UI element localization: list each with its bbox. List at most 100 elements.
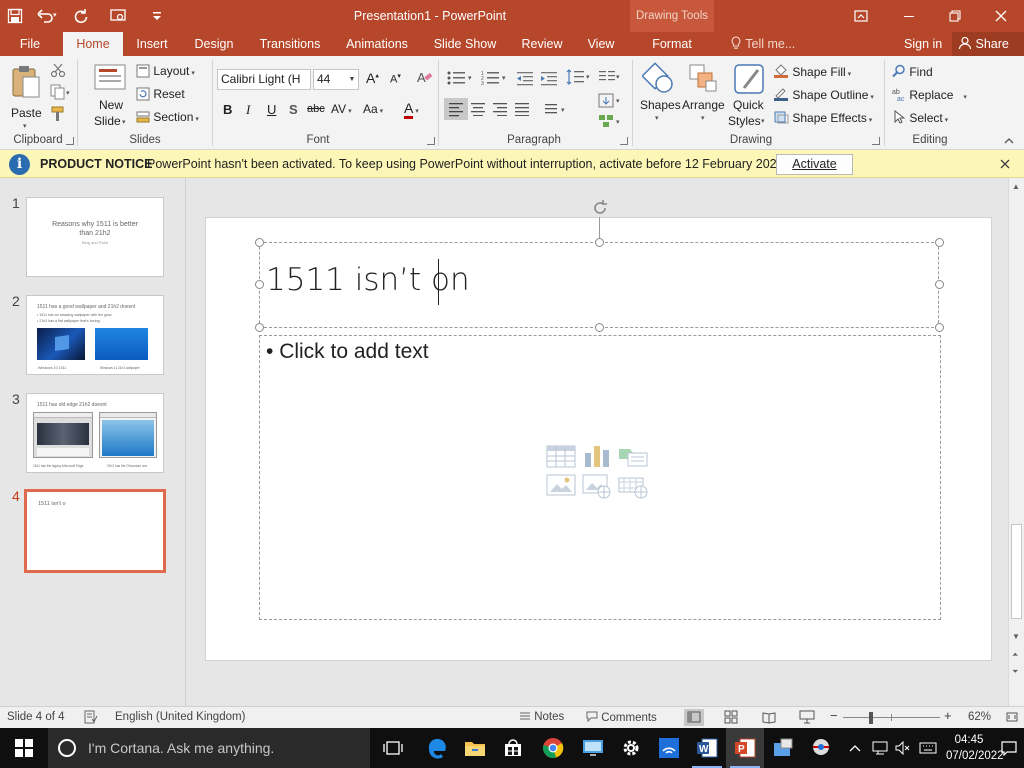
touch-mode-button[interactable] [96, 0, 142, 32]
tab-review[interactable]: Review [516, 32, 568, 56]
rotate-handle[interactable] [590, 198, 610, 218]
scrollbar-thumb[interactable] [1011, 524, 1022, 619]
insert-online-picture-button[interactable] [582, 473, 612, 499]
save-button[interactable] [0, 0, 30, 32]
slide-sorter-button[interactable] [724, 710, 738, 727]
language-indicator[interactable]: English (United Kingdom) [115, 711, 245, 723]
resize-handle[interactable] [255, 238, 264, 247]
spelling-check-button[interactable] [84, 710, 98, 727]
decrease-indent-button[interactable] [516, 70, 534, 89]
next-slide-icon[interactable]: ⏷ [1012, 667, 1018, 677]
change-case-button[interactable]: Aa ▾ [363, 102, 383, 116]
zoom-in-button[interactable]: + [944, 708, 952, 723]
tab-animations[interactable]: Animations [340, 32, 414, 56]
sign-in-link[interactable]: Sign in [904, 32, 942, 56]
slide-thumbnail-1[interactable]: Reasons why 1511 is better than 21h2 Bin… [26, 197, 164, 277]
resize-handle[interactable] [595, 238, 604, 247]
taskbar-powerpoint[interactable]: P [726, 728, 764, 768]
undo-button[interactable]: ▾ [30, 0, 66, 32]
slide-thumbnail-2[interactable]: 1511 has a good wallpaper and 21h2 doesn… [26, 295, 164, 375]
comments-button[interactable]: Comments [586, 711, 657, 724]
taskbar-word[interactable]: W [688, 728, 726, 768]
clear-formatting-button[interactable]: A [416, 69, 434, 90]
content-placeholder-text[interactable]: • Click to add text [266, 340, 429, 364]
zoom-level[interactable]: 62% [968, 711, 991, 723]
taskbar-remote-desktop[interactable] [574, 728, 612, 768]
increase-indent-button[interactable] [540, 70, 558, 89]
strikethrough-button[interactable]: abc [307, 103, 325, 115]
font-launcher[interactable] [427, 137, 435, 145]
align-left-button[interactable] [444, 98, 468, 120]
resize-handle[interactable] [255, 280, 264, 289]
find-button[interactable]: Find [892, 64, 933, 79]
network-status-button[interactable] [869, 728, 891, 768]
shrink-font-button[interactable]: A▾ [390, 72, 401, 86]
close-window-button[interactable] [978, 0, 1024, 32]
tab-file[interactable]: File [10, 32, 50, 56]
taskbar-chrome[interactable] [534, 728, 572, 768]
slide-thumbnail-3[interactable]: 1511 has old edge 21h2 doesnt 1511 has t… [26, 393, 164, 473]
insert-chart-button[interactable] [582, 443, 612, 469]
ribbon-display-options-button[interactable] [838, 0, 884, 32]
reset-button[interactable]: Reset [136, 87, 185, 101]
align-center-button[interactable] [470, 102, 486, 119]
system-clock[interactable]: 04:45 07/02/2022 [946, 732, 1004, 764]
paragraph-launcher[interactable] [620, 137, 628, 145]
resize-handle[interactable] [935, 238, 944, 247]
underline-button[interactable]: U [267, 102, 276, 117]
action-center-button[interactable] [994, 728, 1024, 768]
normal-view-button[interactable] [684, 709, 704, 726]
redo-button[interactable] [66, 0, 96, 32]
tab-design[interactable]: Design [188, 32, 240, 56]
bullets-button[interactable]: ▾ [447, 70, 475, 89]
taskbar-edge[interactable] [418, 728, 456, 768]
share-button[interactable]: Share [952, 32, 1024, 56]
select-button[interactable]: Select ▾ [892, 109, 948, 125]
align-right-button[interactable] [492, 102, 508, 119]
taskbar-network-app[interactable] [650, 728, 688, 768]
new-slide-button[interactable]: New Slide ▾ [88, 62, 132, 132]
slide-title-text[interactable]: 1511 isn’t on [266, 262, 470, 298]
columns-button[interactable]: ▾ [598, 68, 622, 89]
shape-fill-button[interactable]: Shape Fill ▾ [773, 64, 851, 79]
convert-smartart-button[interactable]: ▾ [598, 114, 624, 131]
tab-insert[interactable]: Insert [130, 32, 174, 56]
copy-button[interactable]: ▾ [50, 84, 72, 103]
vertical-scrollbar[interactable]: ▲ ▼ ⏶ ⏷ [1008, 178, 1024, 706]
zoom-slider-thumb[interactable] [869, 712, 873, 724]
italic-button[interactable]: I [246, 102, 250, 118]
show-hidden-icons-button[interactable] [845, 728, 865, 768]
taskbar-settings[interactable] [612, 728, 650, 768]
shapes-button[interactable]: Shapes ▾ [638, 62, 681, 132]
text-direction-button[interactable]: ▾ [598, 92, 624, 113]
keyboard-button[interactable] [916, 728, 940, 768]
reading-view-button[interactable] [762, 710, 776, 727]
tab-view[interactable]: View [582, 32, 620, 56]
scroll-up-icon[interactable]: ▲ [1012, 182, 1020, 191]
taskbar-store[interactable] [494, 728, 532, 768]
layout-button[interactable]: Layout ▾ [136, 64, 195, 78]
quick-styles-button[interactable]: Quick Styles ▾ [728, 62, 770, 132]
volume-button[interactable] [892, 728, 914, 768]
drawing-launcher[interactable] [872, 137, 880, 145]
format-painter-button[interactable] [50, 106, 66, 125]
cortana-search-box[interactable]: I'm Cortana. Ask me anything. [48, 728, 370, 768]
restore-button[interactable] [932, 0, 978, 32]
notes-button[interactable]: Notes [519, 711, 564, 723]
slide-thumbnail-4[interactable]: 1511 isn't o [24, 489, 166, 573]
numbering-button[interactable]: 1 2 3 ▾ [481, 70, 509, 89]
task-view-button[interactable] [374, 728, 412, 768]
section-button[interactable]: Section ▾ [136, 110, 199, 124]
scroll-down-icon[interactable]: ▼ [1012, 632, 1020, 641]
grow-font-button[interactable]: A▴ [366, 70, 379, 86]
close-notice-button[interactable] [1000, 156, 1010, 172]
taskbar-app[interactable] [802, 728, 840, 768]
insert-picture-button[interactable] [546, 473, 576, 499]
activate-button[interactable]: Activate [776, 154, 853, 175]
font-size-dropdown[interactable]: 44 ▼ [313, 69, 359, 90]
minimize-button[interactable] [886, 0, 932, 32]
tab-format[interactable]: Format [630, 32, 714, 56]
slide-show-button[interactable] [799, 710, 815, 727]
shape-effects-button[interactable]: Shape Effects ▾ [773, 110, 872, 125]
cut-button[interactable] [50, 62, 66, 81]
